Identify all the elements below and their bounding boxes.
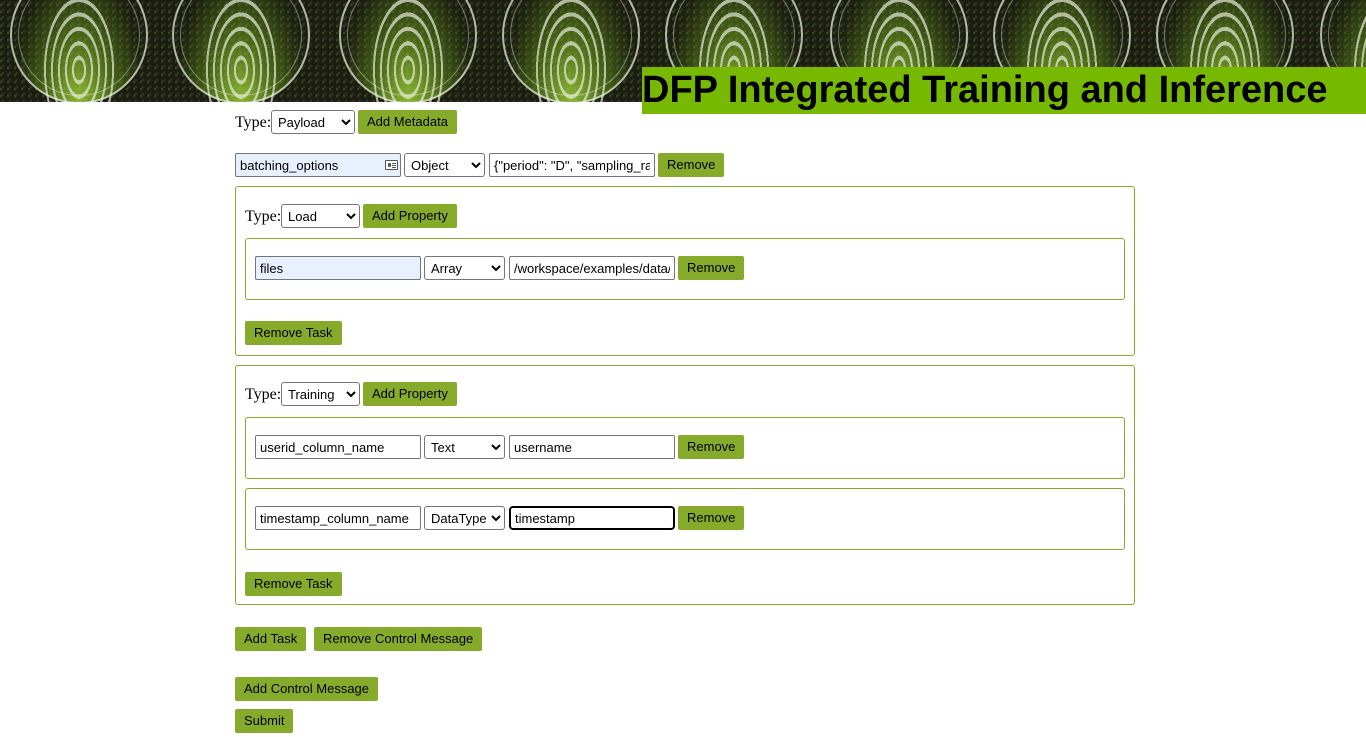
- task-type-select[interactable]: Load: [281, 204, 360, 228]
- contact-card-icon[interactable]: [385, 160, 398, 170]
- metadata-type-select[interactable]: Object: [404, 153, 485, 177]
- task-type-label: Type:: [245, 208, 282, 225]
- remove-property-button[interactable]: Remove: [678, 506, 745, 530]
- property-key-input[interactable]: [255, 435, 421, 459]
- add-metadata-button[interactable]: Add Metadata: [358, 110, 457, 134]
- remove-property-button[interactable]: Remove: [678, 256, 745, 280]
- page-title: DFP Integrated Training and Inference: [642, 67, 1366, 114]
- fingerprint-icon: [172, 0, 310, 102]
- add-property-button[interactable]: Add Property: [363, 204, 457, 228]
- fingerprint-icon: [10, 0, 148, 102]
- property-key-input[interactable]: [255, 506, 421, 530]
- property-type-select[interactable]: Array: [424, 256, 505, 280]
- metadata-value-input[interactable]: [489, 153, 655, 177]
- remove-control-message-button[interactable]: Remove Control Message: [314, 627, 483, 651]
- fingerprint-icon: [502, 0, 640, 102]
- metadata-key-input[interactable]: [235, 153, 401, 177]
- payload-type-select[interactable]: Payload: [271, 110, 355, 134]
- remove-task-button[interactable]: Remove Task: [245, 572, 342, 596]
- remove-metadata-button[interactable]: Remove: [658, 153, 725, 177]
- property-value-input[interactable]: [509, 435, 675, 459]
- property-type-select[interactable]: DataType: [424, 506, 505, 530]
- property-type-select[interactable]: Text: [424, 435, 505, 459]
- task-type-select[interactable]: Training: [281, 382, 360, 406]
- remove-property-button[interactable]: Remove: [678, 435, 745, 459]
- add-property-button[interactable]: Add Property: [363, 382, 457, 406]
- property-value-input[interactable]: [509, 256, 675, 280]
- add-task-button[interactable]: Add Task: [235, 627, 307, 651]
- fingerprint-icon: [339, 0, 477, 102]
- remove-task-button[interactable]: Remove Task: [245, 321, 342, 345]
- submit-button[interactable]: Submit: [235, 709, 294, 733]
- add-control-message-button[interactable]: Add Control Message: [235, 677, 379, 701]
- payload-type-label: Type:: [235, 114, 272, 131]
- task-type-label: Type:: [245, 386, 282, 403]
- property-value-input[interactable]: [509, 506, 675, 530]
- property-key-input[interactable]: [255, 256, 421, 280]
